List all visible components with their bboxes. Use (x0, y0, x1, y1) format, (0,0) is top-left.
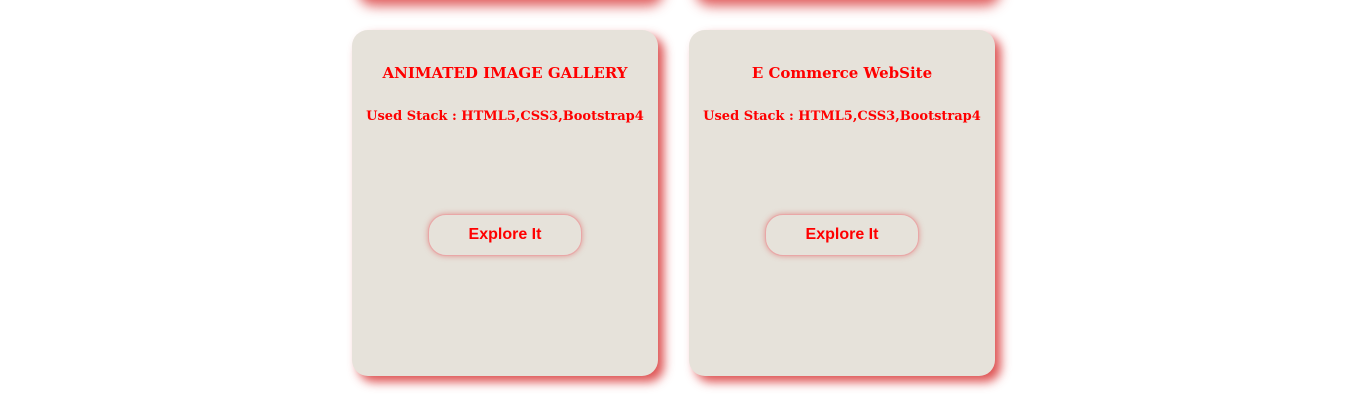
card-stack-text: Used Stack : HTML5,CSS3,Bootstrap4 (703, 109, 981, 124)
projects-page: ANIMATED IMAGE GALLERY Used Stack : HTML… (0, 0, 1347, 401)
card-title: ANIMATED IMAGE GALLERY (382, 64, 628, 82)
project-card-image-gallery: ANIMATED IMAGE GALLERY Used Stack : HTML… (352, 30, 658, 376)
explore-button[interactable]: Explore It (765, 214, 919, 256)
explore-button[interactable]: Explore It (428, 214, 582, 256)
project-card-ecommerce: E Commerce WebSite Used Stack : HTML5,CS… (689, 30, 995, 376)
card-title: E Commerce WebSite (751, 64, 933, 82)
card-stack-text: Used Stack : HTML5,CSS3,Bootstrap4 (366, 109, 644, 124)
